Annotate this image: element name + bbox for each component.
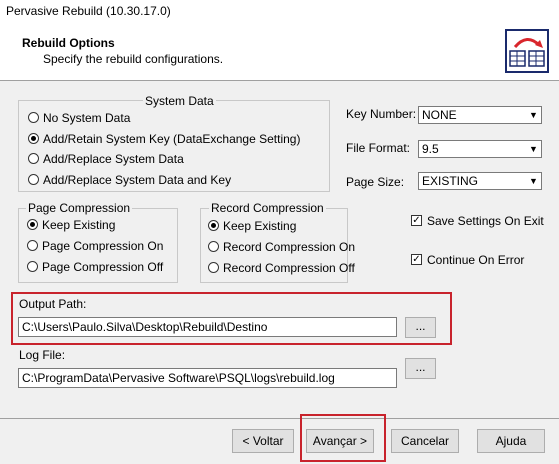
rebuild-logo-icon — [505, 29, 549, 73]
browse-label: ... — [415, 360, 426, 374]
next-button-highlight — [300, 414, 386, 462]
option-label: Keep Existing — [223, 219, 297, 233]
option-label: Add/Replace System Data — [43, 152, 184, 166]
option-label: Page Compression Off — [42, 260, 164, 274]
option-label: Page Compression On — [42, 239, 164, 253]
radio-icon — [28, 174, 39, 185]
title-bar: Pervasive Rebuild (10.30.17.0) — [0, 0, 559, 24]
system-data-legend: System Data — [143, 94, 216, 108]
file-format-select[interactable]: 9.5 ▼ — [418, 140, 542, 158]
help-button-label: Ajuda — [495, 434, 527, 448]
log-file-browse-button[interactable]: ... — [405, 358, 436, 379]
cancel-button-label: Cancelar — [400, 434, 450, 448]
selected-value: 9.5 — [422, 142, 439, 156]
option-label: Record Compression Off — [223, 261, 355, 275]
radio-icon — [27, 261, 38, 272]
page-size-label: Page Size: — [346, 175, 405, 189]
radio-icon — [208, 220, 219, 231]
page-title: Rebuild Options — [22, 36, 115, 50]
file-format-label: File Format: — [346, 141, 411, 155]
option-label: Add/Retain System Key (DataExchange Sett… — [43, 132, 301, 146]
dropdown-arrow-icon: ▼ — [526, 173, 541, 189]
back-button[interactable]: < Voltar — [232, 429, 294, 453]
radio-icon — [208, 262, 219, 273]
log-file-label: Log File: — [19, 348, 66, 362]
selected-value: NONE — [422, 108, 457, 122]
output-path-highlight — [11, 292, 452, 345]
radio-icon — [27, 219, 38, 230]
record-compression-legend: Record Compression — [209, 201, 326, 215]
option-label: Keep Existing — [42, 218, 116, 232]
window-title: Pervasive Rebuild (10.30.17.0) — [6, 4, 171, 18]
checkbox-label: Save Settings On Exit — [427, 214, 544, 228]
option-label: Record Compression On — [223, 240, 356, 254]
page-compression-legend: Page Compression — [26, 201, 133, 215]
page-subtitle: Specify the rebuild configurations. — [43, 52, 224, 66]
help-button[interactable]: Ajuda — [477, 429, 545, 453]
option-label: Add/Replace System Data and Key — [43, 173, 232, 187]
checkmark-icon: ✓ — [411, 254, 422, 265]
key-number-label: Key Number: — [346, 107, 417, 121]
wizard-header: Rebuild Options Specify the rebuild conf… — [0, 24, 559, 81]
log-file-input[interactable]: C:\ProgramData\Pervasive Software\PSQL\l… — [18, 368, 397, 388]
key-number-select[interactable]: NONE ▼ — [418, 106, 542, 124]
radio-icon — [28, 133, 39, 144]
option-label: No System Data — [43, 111, 131, 125]
radio-icon — [28, 153, 39, 164]
checkmark-icon: ✓ — [411, 215, 422, 226]
radio-icon — [28, 112, 39, 123]
radio-icon — [27, 240, 38, 251]
log-file-value: C:\ProgramData\Pervasive Software\PSQL\l… — [22, 371, 335, 385]
page-size-select[interactable]: EXISTING ▼ — [418, 172, 542, 190]
footer-separator — [0, 418, 559, 419]
radio-icon — [208, 241, 219, 252]
cancel-button[interactable]: Cancelar — [391, 429, 459, 453]
selected-value: EXISTING — [422, 174, 479, 188]
checkbox-label: Continue On Error — [427, 253, 525, 267]
dropdown-arrow-icon: ▼ — [526, 107, 541, 123]
dropdown-arrow-icon: ▼ — [526, 141, 541, 157]
back-button-label: < Voltar — [242, 434, 284, 448]
